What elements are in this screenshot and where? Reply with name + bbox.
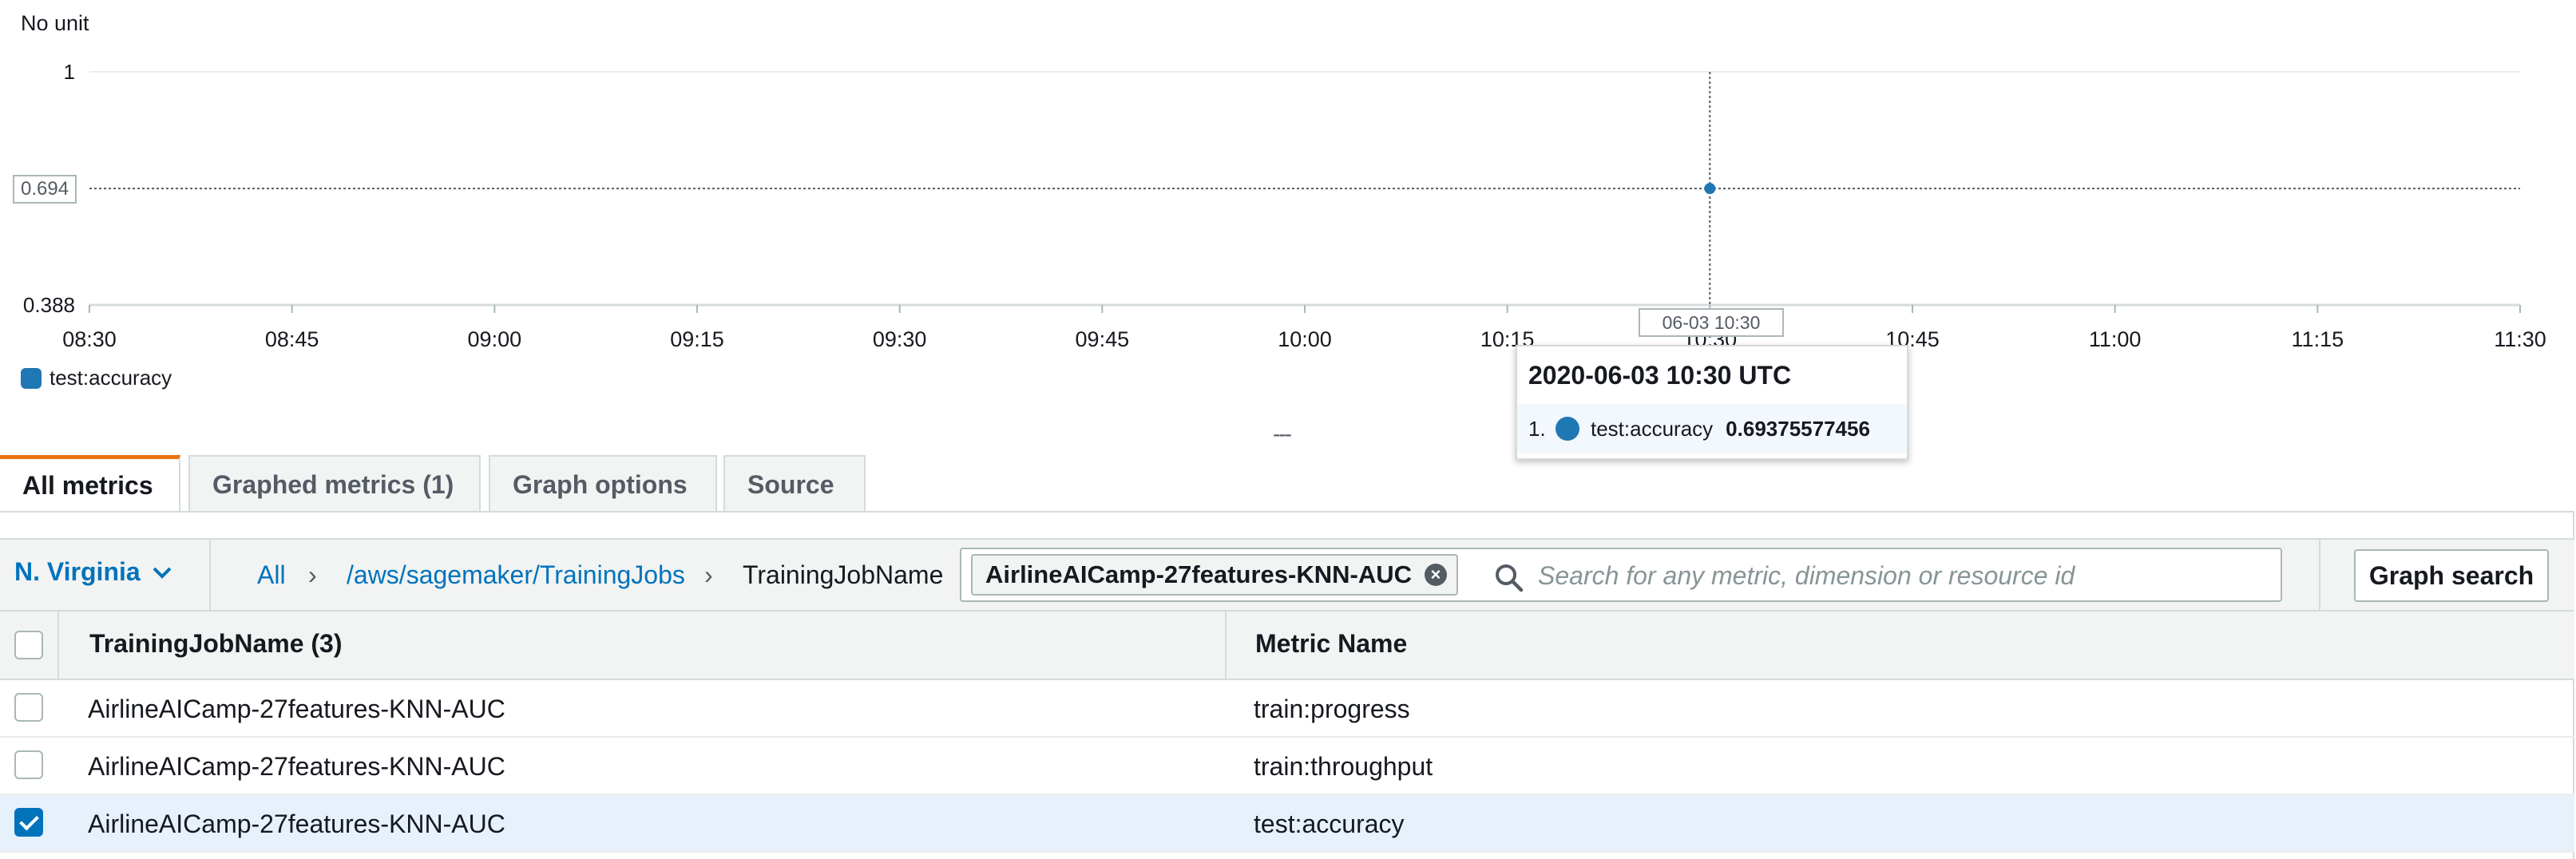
- select-all-checkbox[interactable]: [14, 631, 43, 659]
- legend-label: test:accuracy: [50, 366, 172, 390]
- filter-token-label: AirlineAICamp-27features-KNN-AUC: [985, 560, 1412, 588]
- series-dot-icon: [1556, 417, 1579, 441]
- metric-chart[interactable]: No unit 1 0.388 0.694 08:30 08:45 09:00 09:…: [0, 0, 2576, 446]
- table-row[interactable]: AirlineAICamp-27features-KNN-AUC train:p…: [0, 680, 2574, 738]
- y-crosshair-value: 0.694: [13, 175, 77, 204]
- metric-tabs: All metrics Graphed metrics (1) Graph op…: [0, 455, 2576, 513]
- x-tick-label: 09:15: [670, 327, 724, 351]
- column-divider: [1225, 612, 1227, 680]
- tab-graph-options[interactable]: Graph options: [489, 455, 717, 511]
- breadcrumb-separator: ›: [308, 560, 317, 589]
- x-tick-label: 08:45: [264, 327, 319, 351]
- x-tick-label: 11:30: [2494, 327, 2546, 351]
- tooltip-row: 1. test:accuracy 0.69375577456: [1517, 404, 1907, 453]
- row-checkbox[interactable]: [14, 693, 43, 722]
- search-input[interactable]: [1536, 556, 2258, 596]
- column-header-job[interactable]: TrainingJobName (3): [89, 629, 343, 659]
- search-icon: [1496, 564, 1524, 592]
- tooltip-index: 1.: [1528, 416, 1546, 441]
- breadcrumb-namespace[interactable]: /aws/sagemaker/TrainingJobs: [347, 560, 685, 590]
- x-crosshair-value: 06-03 10:30: [1639, 308, 1784, 337]
- x-tick-label: 11:00: [2088, 327, 2142, 351]
- row-checkbox[interactable]: [14, 750, 43, 779]
- x-tick-label: 09:00: [467, 327, 522, 351]
- x-tick-label: 11:15: [2291, 327, 2344, 351]
- metric-name-cell: train:progress: [1254, 695, 1410, 723]
- breadcrumb-dimension: TrainingJobName: [743, 560, 944, 589]
- breadcrumb-all[interactable]: All: [257, 560, 286, 590]
- data-point: [1704, 183, 1716, 195]
- tabs-divider: [0, 511, 2574, 513]
- x-tick-label: 10:00: [1278, 327, 1332, 351]
- chart-plot[interactable]: [0, 0, 2576, 351]
- x-tick-label: 09:30: [872, 327, 927, 351]
- legend-swatch: [21, 367, 42, 389]
- tooltip-series-name: test:accuracy: [1591, 416, 1714, 441]
- x-tick-label: 08:30: [62, 327, 117, 351]
- tab-all-metrics[interactable]: All metrics: [0, 455, 180, 511]
- x-tick-label: 09:45: [1075, 327, 1130, 351]
- metric-name-cell: train:throughput: [1254, 752, 1433, 781]
- table-row[interactable]: AirlineAICamp-27features-KNN-AUC test:ac…: [0, 795, 2574, 853]
- chart-tooltip: 2020-06-03 10:30 UTC 1. test:accuracy 0.…: [1516, 345, 1908, 460]
- filter-bar: N. Virginia All › /aws/sagemaker/Trainin…: [0, 538, 2574, 612]
- breadcrumb-separator: ›: [704, 560, 713, 589]
- table-header: TrainingJobName (3) Metric Name: [0, 612, 2574, 680]
- row-checkbox[interactable]: [14, 808, 43, 837]
- metric-search-box[interactable]: AirlineAICamp-27features-KNN-AUC ×: [960, 548, 2282, 602]
- column-header-metric[interactable]: Metric Name: [1255, 629, 1407, 659]
- job-name-cell: AirlineAICamp-27features-KNN-AUC: [88, 752, 505, 781]
- resize-handle[interactable]: ---: [1273, 422, 1292, 447]
- job-name-cell: AirlineAICamp-27features-KNN-AUC: [88, 810, 505, 838]
- tab-source[interactable]: Source: [723, 455, 866, 511]
- region-label: N. Virginia: [14, 557, 141, 586]
- tab-graphed-metrics[interactable]: Graphed metrics (1): [188, 455, 481, 511]
- graph-search-button[interactable]: Graph search: [2354, 549, 2549, 602]
- chevron-down-icon: [153, 567, 172, 579]
- metric-name-cell: test:accuracy: [1254, 810, 1405, 838]
- filter-token[interactable]: AirlineAICamp-27features-KNN-AUC ×: [971, 554, 1458, 596]
- close-icon[interactable]: ×: [1424, 564, 1447, 586]
- table-row[interactable]: AirlineAICamp-27features-KNN-AUC train:t…: [0, 738, 2574, 795]
- job-name-cell: AirlineAICamp-27features-KNN-AUC: [88, 695, 505, 723]
- chart-legend[interactable]: test:accuracy: [21, 366, 172, 390]
- divider: [209, 540, 211, 612]
- tooltip-value: 0.69375577456: [1726, 416, 1870, 441]
- column-divider: [57, 612, 59, 680]
- region-selector[interactable]: N. Virginia: [14, 557, 172, 587]
- y-tick-label: 1: [63, 60, 75, 84]
- tooltip-title: 2020-06-03 10:30 UTC: [1528, 361, 1792, 390]
- y-tick-label: 0.388: [22, 293, 75, 317]
- divider: [2319, 540, 2320, 612]
